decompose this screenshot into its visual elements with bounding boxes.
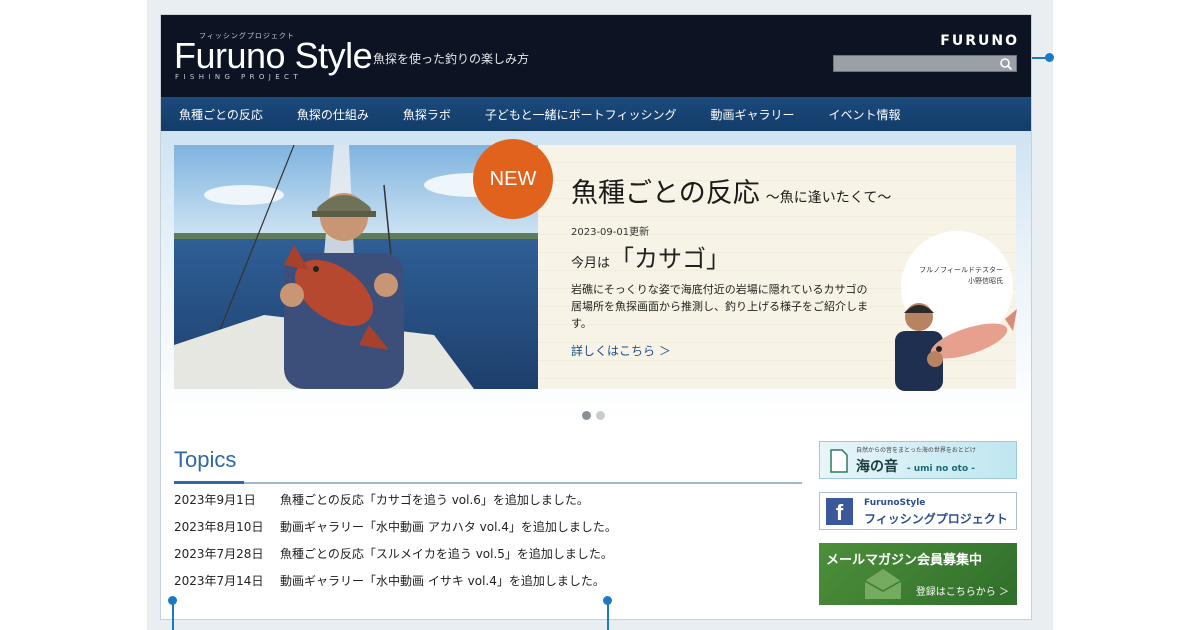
topic-date: 2023年8月10日 <box>174 520 264 534</box>
nav-item-video-gallery[interactable]: 動画ギャラリー <box>710 106 794 123</box>
callout-line-center <box>606 600 609 630</box>
topics-heading: Topics <box>174 447 237 472</box>
slider-dot-1[interactable] <box>582 411 591 420</box>
mail-banner-link: 登録はこちらから ＞ <box>915 587 1009 598</box>
search-icon[interactable] <box>999 57 1013 71</box>
fb-banner-line2: フィッシングプロジェクト <box>864 512 1008 526</box>
tester-photo <box>895 303 1017 391</box>
callout-dot-search <box>1045 53 1054 62</box>
nav-item-fishfinder-mechanism[interactable]: 魚探の仕組み <box>297 106 369 123</box>
facebook-icon: f <box>826 498 853 525</box>
mail-banner-title: メールマガジン会員募集中 <box>826 553 983 568</box>
site-logo[interactable]: Furuno Style <box>174 35 373 77</box>
umi-banner-title: 海の音 - umi no oto - <box>856 456 975 476</box>
site-header: フィッシングプロジェクト Furuno Style FISHING PROJEC… <box>161 15 1031 97</box>
nav-item-events[interactable]: イベント情報 <box>828 106 900 123</box>
main-navigation: 魚種ごとの反応 魚探の仕組み 魚探ラボ 子どもと一緒にボートフィッシング 動画ギ… <box>161 97 1031 131</box>
topic-item: 2023年9月1日 魚種ごとの反応「カサゴを追う vol.6」を追加しました。 <box>174 491 589 508</box>
topic-date: 2023年7月14日 <box>174 574 264 588</box>
topic-link[interactable]: 魚種ごとの反応「カサゴを追う vol.6」を追加しました。 <box>280 493 589 507</box>
logo-subtitle: FISHING PROJECT <box>175 73 302 81</box>
slider-pagination <box>582 411 605 420</box>
hero-update-date: 2023-09-01更新 <box>571 227 650 238</box>
search-box <box>833 55 1017 76</box>
topic-link[interactable]: 動画ギャラリー「水中動画 イサキ vol.4」を追加しました。 <box>280 574 605 588</box>
umi-banner-small-text: 自然からの音をまとった海の世界をおとどけ <box>856 447 976 454</box>
mail-magazine-banner[interactable]: メールマガジン会員募集中 登録はこちらから ＞ <box>819 543 1017 605</box>
site-tagline: 魚探を使った釣りの楽しみ方 <box>373 52 530 66</box>
website: フィッシングプロジェクト Furuno Style FISHING PROJEC… <box>160 14 1032 620</box>
topic-link[interactable]: 魚種ごとの反応「スルメイカを追う vol.5」を追加しました。 <box>280 547 613 561</box>
nav-item-species-reaction[interactable]: 魚種ごとの反応 <box>179 106 263 123</box>
hero-month-prefix: 今月は <box>571 256 611 271</box>
slider-dot-2[interactable] <box>596 411 605 420</box>
umi-banner-subtitle: - umi no oto - <box>906 464 976 474</box>
topic-link[interactable]: 動画ギャラリー「水中動画 アカハタ vol.4」を追加しました。 <box>280 520 617 534</box>
nav-item-fishfinder-lab[interactable]: 魚探ラボ <box>403 106 451 123</box>
hero-month-feature: 今月は「カサゴ」 <box>571 239 730 274</box>
hero-slider: NEW 魚種ごとの反応 ～魚に逢いたくて～ 2023-09-01更新 今月は「カサ… <box>161 131 1031 421</box>
topic-item: 2023年7月28日 魚種ごとの反応「スルメイカを追う vol.5」を追加しました… <box>174 545 613 562</box>
furuno-brand-logo[interactable]: FURUNO <box>940 33 1019 49</box>
facebook-banner[interactable]: f FurunoStyle フィッシングプロジェクト <box>819 492 1017 530</box>
callout-line-left <box>171 600 174 630</box>
document-icon <box>830 449 848 473</box>
search-input[interactable] <box>834 61 994 76</box>
umi-no-oto-banner[interactable]: 自然からの音をまとった海の世界をおとどけ 海の音 - umi no oto - <box>819 441 1017 479</box>
hero-title[interactable]: 魚種ごとの反応 ～魚に逢いたくて～ <box>571 171 891 210</box>
new-badge: NEW <box>473 139 553 219</box>
hero-description: 岩礁にそっくりな姿で海底付近の岩場に隠れているカサゴの居場所を魚探画面から推測し… <box>571 283 868 330</box>
hero-more-link[interactable]: 詳しくはこちら ＞ <box>571 342 671 359</box>
topics-underline-accent <box>174 481 244 484</box>
hero-title-main: 魚種ごとの反応 <box>571 178 760 209</box>
hero-title-sub: ～魚に逢いたくて～ <box>765 190 892 206</box>
tester-title: フルノフィールドテスター <box>919 266 1003 274</box>
nav-item-kids-boat-fishing[interactable]: 子どもと一緒にボートフィッシング <box>485 106 677 123</box>
envelope-icon <box>864 569 902 599</box>
topic-date: 2023年7月28日 <box>174 547 264 561</box>
topic-date: 2023年9月1日 <box>174 493 256 507</box>
fb-banner-line1: FurunoStyle <box>864 498 926 508</box>
topic-item: 2023年8月10日 動画ギャラリー「水中動画 アカハタ vol.4」を追加しまし… <box>174 518 617 535</box>
screenshot-canvas: フィッシングプロジェクト Furuno Style FISHING PROJEC… <box>0 0 1200 630</box>
topic-item: 2023年7月14日 動画ギャラリー「水中動画 イサキ vol.4」を追加しました… <box>174 572 605 589</box>
hero-month-fish: 「カサゴ」 <box>610 245 731 273</box>
topics-underline <box>174 482 802 484</box>
umi-banner-title-main: 海の音 <box>856 459 898 475</box>
